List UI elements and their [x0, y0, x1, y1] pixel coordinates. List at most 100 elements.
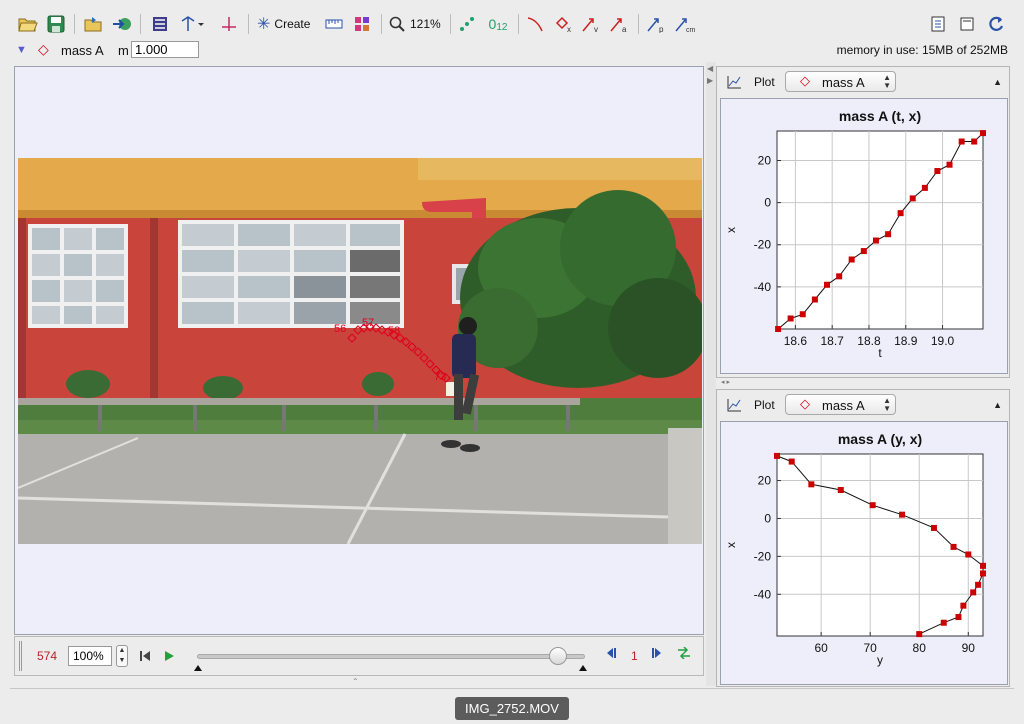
- step-size[interactable]: 1: [631, 649, 638, 663]
- data-point: [811, 296, 818, 303]
- coordinate-axes-icon[interactable]: [179, 13, 209, 35]
- video-filename: IMG_2752.MOV: [465, 701, 559, 716]
- y-axis-label: x: [724, 542, 738, 548]
- y-tick-label: 0: [764, 196, 771, 210]
- play-icon: [165, 651, 174, 661]
- plot-area-1[interactable]: mass A (t, x) 18.6 18.7 18.8 18.9 19.0 20 0 -20-…: [720, 98, 1008, 374]
- velocity-vector-icon[interactable]: v: [580, 13, 602, 35]
- video-filename-tab[interactable]: IMG_2752.MOV: [455, 697, 569, 720]
- notes-icon[interactable]: [928, 13, 948, 35]
- trail-frame-label-1: 56: [334, 323, 346, 335]
- player-grip[interactable]: [19, 641, 22, 671]
- main-toolbar: ✳ Create 121% 0 12 x v a p cm: [0, 0, 1024, 40]
- data-point: [837, 487, 844, 494]
- plot-axes-icon[interactable]: [726, 75, 742, 89]
- svg-text:x: x: [567, 25, 571, 33]
- plot-area-2[interactable]: mass A (y, x) 60 70 80 90 20 0 -20 -40 y x: [720, 421, 1008, 685]
- select-value: mass A: [822, 398, 865, 413]
- trails-icon[interactable]: [524, 13, 546, 35]
- data-point: [885, 231, 892, 238]
- vertical-splitter[interactable]: ◀ ▶: [706, 62, 716, 686]
- end-marker-icon[interactable]: [579, 665, 587, 671]
- center-of-mass-icon[interactable]: cm: [673, 13, 697, 35]
- data-point: [921, 184, 928, 191]
- data-point: [930, 524, 937, 531]
- collapse-icon[interactable]: ▲: [993, 77, 1002, 87]
- document-icon[interactable]: [957, 13, 977, 35]
- plot-label: Plot: [754, 398, 775, 412]
- chart-title: mass A (t, x): [839, 108, 921, 124]
- data-point: [958, 138, 965, 145]
- chart-title: mass A (y, x): [838, 431, 922, 447]
- open-file-icon[interactable]: [17, 13, 39, 35]
- step-labels-button[interactable]: 0 12: [485, 13, 511, 35]
- open-video-icon[interactable]: [83, 13, 105, 35]
- svg-text:v: v: [594, 25, 598, 33]
- plot-panel-1-grip[interactable]: ◂ ▸: [721, 378, 1007, 386]
- acceleration-vector-icon[interactable]: a: [608, 13, 630, 35]
- plot-header-2: Plot ◇ mass A ▲ ▼ ▲: [717, 390, 1009, 420]
- step-forward-button[interactable]: [651, 647, 665, 665]
- mass-field[interactable]: [131, 41, 199, 58]
- play-button[interactable]: [161, 646, 177, 666]
- data-point: [980, 562, 986, 569]
- import-icon[interactable]: [111, 13, 133, 35]
- trail-frame-label-2: 57: [362, 317, 374, 329]
- playback-rate-stepper[interactable]: ▲ ▼: [116, 645, 128, 667]
- data-point: [860, 248, 867, 255]
- data-point: [940, 619, 947, 626]
- clip-settings-icon[interactable]: [150, 13, 170, 35]
- splitter-arrow-left-icon[interactable]: ◀: [707, 64, 713, 73]
- loop-icon: [678, 646, 690, 660]
- plot-panel-1: Plot ◇ mass A ▲ ▼ ▲ mass A (t, x) 18.6 18.7…: [716, 66, 1010, 386]
- save-icon[interactable]: [45, 13, 67, 35]
- create-track-button[interactable]: ✳ Create: [257, 13, 317, 35]
- position-marker-icon[interactable]: x: [553, 13, 575, 35]
- start-marker-icon[interactable]: [194, 665, 202, 671]
- x-axis-label: y: [877, 653, 883, 667]
- x-tick-label: 80: [913, 641, 927, 655]
- magnifier-icon: [389, 16, 405, 32]
- window-middle: [178, 220, 404, 328]
- create-star-icon: ✳: [257, 16, 271, 33]
- playback-rate-field[interactable]: [68, 646, 112, 666]
- x-tick-label: 90: [962, 641, 976, 655]
- video-panel-grip[interactable]: ⌃: [352, 677, 359, 686]
- step-back-button[interactable]: [605, 647, 619, 665]
- rewind-button[interactable]: [137, 646, 153, 666]
- data-point: [774, 452, 780, 459]
- chart-t-x: mass A (t, x)18.6 18.7 18.8 18.9 19.0200-20-…: [724, 108, 986, 360]
- data-point: [872, 237, 879, 244]
- tape-measure-icon[interactable]: [323, 13, 345, 35]
- data-point: [869, 502, 876, 509]
- track-menu-triangle-icon[interactable]: ▼: [16, 44, 27, 56]
- y-tick-label: 20: [758, 474, 772, 488]
- track-points-icon[interactable]: [456, 13, 478, 35]
- svg-text:p: p: [659, 25, 664, 33]
- momentum-vector-icon[interactable]: p: [645, 13, 667, 35]
- y-axis-label: x: [724, 227, 738, 233]
- select-diamond-icon: ◇: [800, 396, 810, 411]
- track-marker-diamond-icon: ◇: [38, 41, 49, 57]
- data-point: [965, 551, 972, 558]
- splitter-arrow-right-icon[interactable]: ▶: [707, 76, 713, 85]
- data-point: [897, 210, 904, 217]
- data-point: [788, 458, 795, 465]
- refresh-icon[interactable]: [985, 13, 1007, 35]
- svg-text:cm: cm: [686, 27, 696, 33]
- zoom-button[interactable]: 121%: [389, 13, 443, 35]
- video-frame[interactable]: 56 57 58 73: [18, 158, 702, 544]
- slider-thumb[interactable]: [548, 647, 567, 665]
- track-name[interactable]: mass A: [61, 43, 104, 58]
- axes-icon[interactable]: [218, 13, 240, 35]
- plot-track-select[interactable]: ◇ mass A ▲ ▼: [785, 71, 896, 92]
- x-tick-label: 18.7: [820, 334, 844, 348]
- frame-slider[interactable]: [197, 647, 585, 667]
- data-point: [824, 281, 831, 288]
- plot-axes-icon[interactable]: [726, 398, 742, 412]
- plot-track-select[interactable]: ◇ mass A ▲ ▼: [785, 394, 896, 415]
- palette-icon[interactable]: [351, 13, 373, 35]
- loop-button[interactable]: [677, 646, 693, 665]
- data-point: [848, 256, 855, 263]
- collapse-icon[interactable]: ▲: [993, 400, 1002, 410]
